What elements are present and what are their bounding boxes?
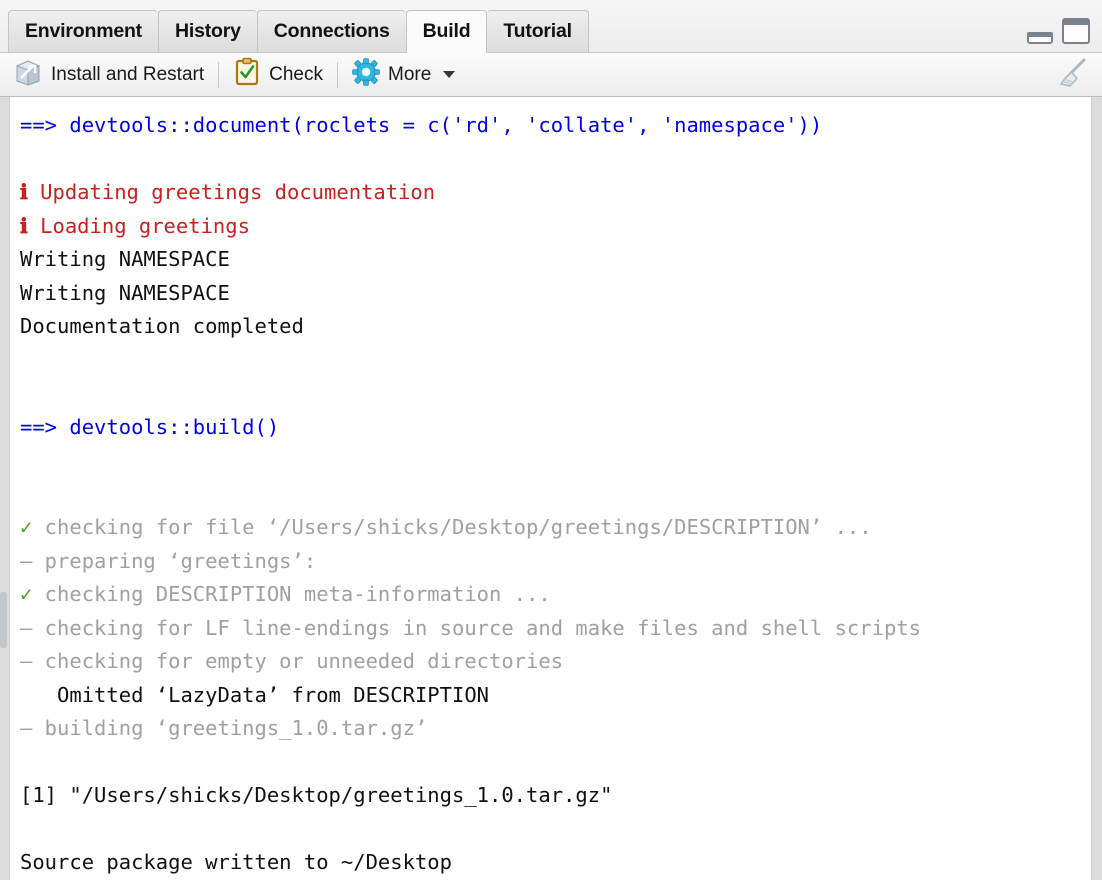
build-pane: Environment History Connections Build Tu… bbox=[0, 0, 1102, 880]
install-and-restart-label: Install and Restart bbox=[51, 64, 204, 86]
console-blank-line bbox=[20, 143, 1091, 177]
console-line: — checking for empty or unneeded directo… bbox=[20, 645, 1091, 679]
toolbar-divider bbox=[337, 62, 338, 88]
console-blank-line bbox=[20, 746, 1091, 780]
dash-icon: — bbox=[20, 549, 32, 573]
check-button[interactable]: Check bbox=[220, 53, 336, 97]
tab-history[interactable]: History bbox=[158, 10, 257, 52]
console-line: ==> devtools::document(roclets = c('rd',… bbox=[20, 109, 1091, 143]
console-blank-line bbox=[20, 444, 1091, 478]
console-line: — preparing ‘greetings’: bbox=[20, 545, 1091, 579]
console-line: ✓ checking for file ‘/Users/shicks/Deskt… bbox=[20, 511, 1091, 545]
dash-icon: — bbox=[20, 716, 32, 740]
console-line: Source package written to ~/Desktop bbox=[20, 846, 1091, 880]
minimize-icon[interactable] bbox=[1027, 32, 1053, 44]
tab-label: Build bbox=[423, 20, 471, 43]
maximize-icon[interactable] bbox=[1062, 18, 1090, 44]
toolbar-divider bbox=[218, 62, 219, 88]
tab-label: Tutorial bbox=[503, 20, 571, 43]
tab-label: History bbox=[175, 20, 241, 43]
console-line: Writing NAMESPACE bbox=[20, 243, 1091, 277]
console-line: Writing NAMESPACE bbox=[20, 277, 1091, 311]
console-line: — checking for LF line-endings in source… bbox=[20, 612, 1091, 646]
tab-build[interactable]: Build bbox=[406, 10, 488, 52]
console-line: ℹ Updating greetings documentation bbox=[20, 176, 1091, 210]
console-blank-line bbox=[20, 478, 1091, 512]
tab-label: Connections bbox=[274, 20, 390, 43]
console-line: Documentation completed bbox=[20, 310, 1091, 344]
clipboard-check-icon bbox=[233, 57, 261, 93]
clear-console-button[interactable] bbox=[1050, 53, 1096, 97]
console-line: Omitted ‘LazyData’ from DESCRIPTION bbox=[20, 679, 1091, 713]
console-blank-line bbox=[20, 813, 1091, 847]
package-build-icon bbox=[13, 57, 43, 93]
install-and-restart-button[interactable]: Install and Restart bbox=[0, 53, 217, 97]
info-icon: ℹ bbox=[20, 180, 28, 204]
console-line: — building ‘greetings_1.0.tar.gz’ bbox=[20, 712, 1091, 746]
build-output-console[interactable]: ==> devtools::document(roclets = c('rd',… bbox=[9, 97, 1092, 880]
info-icon: ℹ bbox=[20, 214, 28, 238]
pane-tabbar: Environment History Connections Build Tu… bbox=[0, 0, 1102, 52]
console-scrollbar[interactable] bbox=[0, 592, 7, 648]
more-menu-button[interactable]: More bbox=[339, 53, 468, 97]
more-label: More bbox=[388, 64, 431, 86]
tab-label: Environment bbox=[25, 20, 142, 43]
console-container: ==> devtools::document(roclets = c('rd',… bbox=[0, 97, 1102, 880]
console-blank-line bbox=[20, 377, 1091, 411]
tab-strip: Environment History Connections Build Tu… bbox=[8, 10, 589, 52]
window-controls bbox=[1027, 18, 1090, 44]
check-mark-icon: ✓ bbox=[20, 515, 32, 539]
console-line: ✓ checking DESCRIPTION meta-information … bbox=[20, 578, 1091, 612]
check-label: Check bbox=[269, 64, 323, 86]
check-mark-icon: ✓ bbox=[20, 582, 32, 606]
tab-tutorial[interactable]: Tutorial bbox=[487, 10, 588, 52]
broom-icon bbox=[1055, 54, 1091, 95]
tab-connections[interactable]: Connections bbox=[257, 10, 406, 52]
console-line: ℹ Loading greetings bbox=[20, 210, 1091, 244]
tab-environment[interactable]: Environment bbox=[8, 10, 158, 52]
dash-icon: — bbox=[20, 616, 32, 640]
dash-icon: — bbox=[20, 649, 32, 673]
build-toolbar: Install and Restart Check bbox=[0, 52, 1102, 97]
console-blank-line bbox=[20, 344, 1091, 378]
console-line: ==> devtools::build() bbox=[20, 411, 1091, 445]
console-line: [1] "/Users/shicks/Desktop/greetings_1.0… bbox=[20, 779, 1091, 813]
gear-icon bbox=[352, 58, 380, 92]
chevron-down-icon[interactable] bbox=[443, 71, 455, 78]
